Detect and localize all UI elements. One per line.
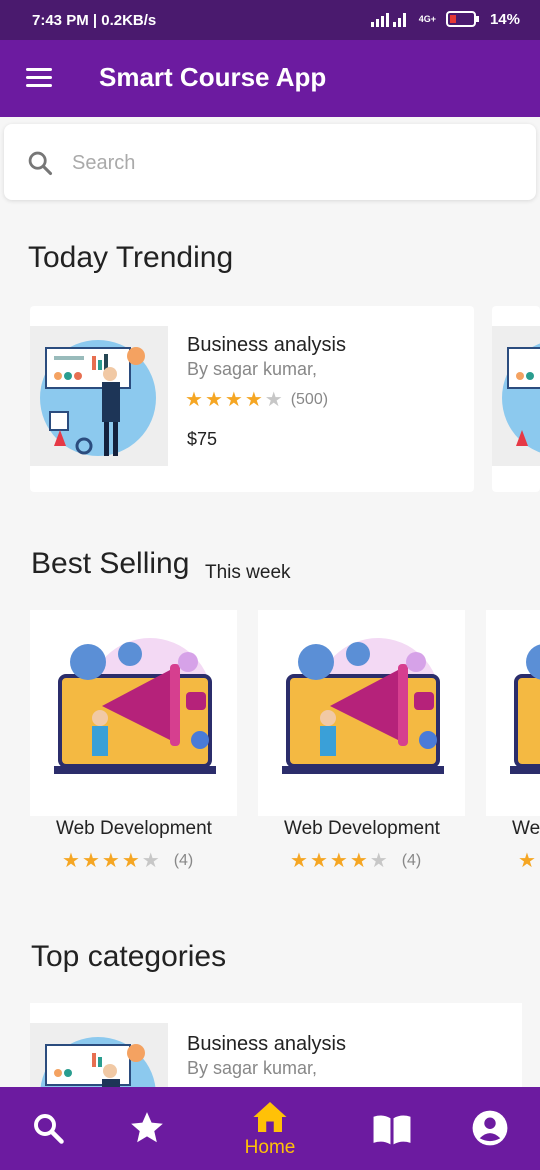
battery-icon [445, 11, 479, 27]
rating-stars: ★ [518, 851, 536, 871]
best-selling-title: Best Selling [31, 547, 190, 580]
star-icon [131, 1112, 163, 1143]
search-box[interactable] [4, 124, 536, 200]
search-icon [34, 1114, 64, 1144]
app-title: Smart Course App [99, 62, 327, 92]
best-selling-card[interactable] [30, 610, 237, 816]
book-icon [373, 1115, 411, 1145]
star-icon: ★ [264, 389, 283, 411]
categories-title: Top categories [31, 940, 227, 973]
marketing-illustration [510, 644, 540, 774]
nav-home-label: Home [244, 1137, 296, 1158]
nav-search[interactable] [8, 1087, 88, 1170]
star-icon: ★ [290, 850, 308, 872]
star-icon: ★ [81, 850, 100, 872]
course-thumbnail [492, 326, 540, 466]
star-icon: ★ [224, 389, 243, 411]
trending-card-partial[interactable] [492, 306, 540, 492]
rating-stars: ★ ★ ★ ★ ★ (500) [185, 390, 328, 410]
rating-stars: ★ ★ ★ ★ ★ (4) [290, 851, 421, 871]
course-name: Business analysis [187, 334, 346, 356]
star-icon: ★ [185, 389, 203, 411]
business-illustration [40, 340, 156, 456]
star-icon: ★ [204, 389, 223, 411]
rating-count: (4) [401, 852, 422, 869]
course-author: By sagar kumar, [187, 1058, 318, 1078]
best-selling-name: Web Development [284, 818, 440, 839]
menu-icon[interactable] [26, 68, 52, 88]
course-price: $75 [187, 429, 218, 449]
star-icon: ★ [62, 850, 80, 872]
star-icon: ★ [369, 850, 388, 872]
app-bar: Smart Course App [0, 40, 540, 117]
trending-card[interactable]: Business analysis By sagar kumar, ★ ★ ★ … [30, 306, 474, 492]
star-icon: ★ [121, 850, 140, 872]
search-input[interactable] [70, 144, 504, 182]
star-icon: ★ [329, 850, 348, 872]
rating-stars: ★ ★ ★ ★ ★ (4) [62, 851, 193, 871]
status-icons: 4G+ 14% [369, 10, 520, 28]
status-bar: 7:43 PM | 0.2KB/s 4G+ 14% [0, 0, 540, 40]
course-author: By sagar kumar, [187, 359, 318, 379]
star-icon: ★ [101, 850, 120, 872]
business-illustration [502, 343, 540, 453]
network-label: 4G+ [418, 14, 436, 24]
trending-title: Today Trending [28, 241, 234, 274]
signal-icon [370, 13, 406, 27]
course-name: Business analysis [187, 1033, 346, 1055]
bottom-navigation: Home [0, 1087, 540, 1170]
course-thumbnail [30, 326, 168, 466]
marketing-illustration [282, 638, 444, 774]
nav-favorites[interactable] [107, 1087, 187, 1170]
battery-percent: 14% [489, 10, 520, 28]
best-selling-name: Web Development [56, 818, 212, 839]
account-icon [472, 1110, 508, 1146]
nav-account[interactable] [450, 1087, 530, 1170]
best-selling-card[interactable] [258, 610, 465, 816]
marketing-illustration [54, 638, 216, 774]
best-selling-card-partial[interactable] [486, 610, 540, 816]
rating-count: (4) [173, 852, 194, 869]
star-icon: ★ [141, 850, 160, 872]
home-icon [253, 1102, 287, 1132]
rating-count: (500) [290, 391, 329, 408]
star-icon: ★ [244, 389, 263, 411]
star-icon: ★ [349, 850, 368, 872]
best-selling-name: We [512, 818, 540, 839]
best-selling-subtitle: This week [205, 562, 291, 583]
nav-home[interactable]: Home [230, 1087, 310, 1170]
nav-library[interactable] [352, 1087, 432, 1170]
search-icon [28, 151, 53, 176]
status-time: 7:43 PM | 0.2KB/s [32, 12, 157, 29]
star-icon: ★ [309, 850, 328, 872]
star-icon: ★ [518, 850, 536, 872]
